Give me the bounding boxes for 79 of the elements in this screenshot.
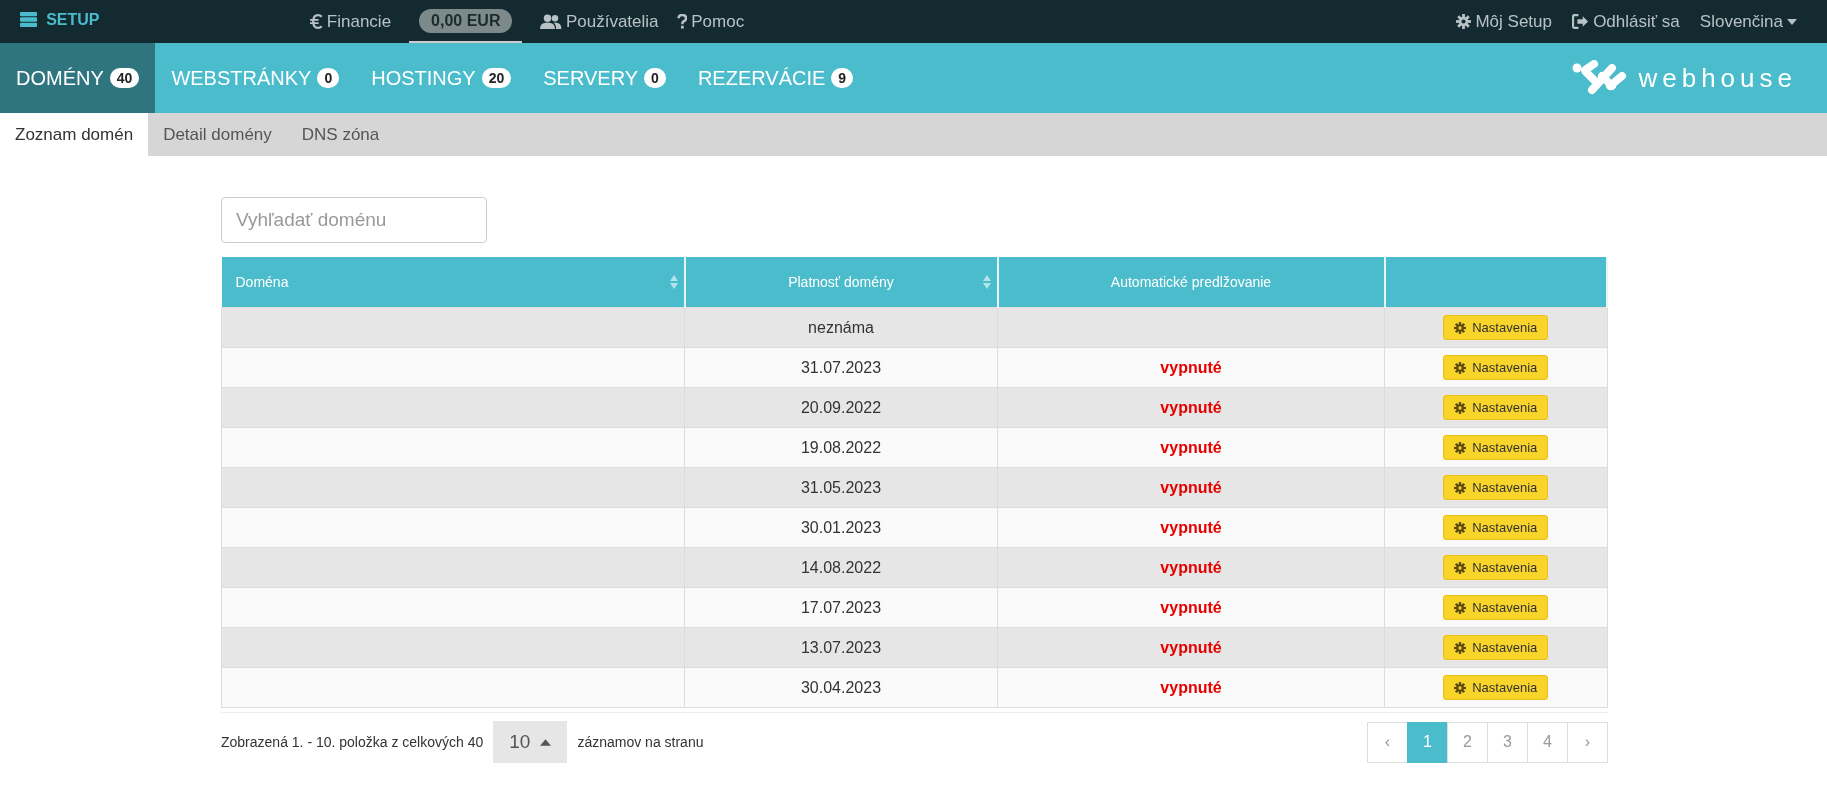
per-page-label: záznamov na stranu bbox=[577, 734, 704, 750]
auto-renew-status: vypnuté bbox=[1160, 478, 1222, 496]
settings-icon bbox=[1454, 681, 1467, 694]
euro-icon bbox=[310, 14, 323, 29]
validity-cell: 31.07.2023 bbox=[800, 358, 882, 376]
settings-icon bbox=[1454, 321, 1467, 334]
validity-cell: 17.07.2023 bbox=[800, 598, 882, 616]
balance-badge: 0,00 EUR bbox=[419, 8, 513, 33]
nav-link[interactable]: Môj Setup bbox=[1456, 11, 1552, 32]
validity-cell: 31.05.2023 bbox=[800, 478, 882, 496]
main-tab[interactable]: DOMÉNY 40 bbox=[0, 43, 156, 113]
settings-button[interactable]: Nastavenia bbox=[1443, 595, 1549, 620]
settings-icon bbox=[1454, 441, 1467, 454]
nav-link[interactable]: Slovenčina bbox=[1699, 11, 1797, 32]
auto-renew-status: vypnuté bbox=[1160, 598, 1222, 616]
main-tab[interactable]: SERVERY 0 bbox=[527, 43, 682, 113]
validity-cell: 19.08.2022 bbox=[800, 438, 882, 456]
summary-text: Zobrazená 1. - 10. položka z celkových 40 bbox=[221, 734, 484, 750]
main-tab[interactable]: WEBSTRÁNKY 0 bbox=[155, 43, 356, 113]
caret-icon bbox=[1787, 18, 1797, 25]
main-tab[interactable]: HOSTINGY 20 bbox=[355, 43, 528, 113]
logo-icon bbox=[1572, 60, 1629, 96]
count-badge: 0 bbox=[317, 68, 340, 88]
auto-renew-status: vypnuté bbox=[1160, 558, 1222, 576]
sub-tab[interactable]: DNS zóna bbox=[286, 113, 395, 156]
auto-renew-status: vypnuté bbox=[1160, 638, 1222, 656]
settings-icon bbox=[1454, 481, 1467, 494]
nav-link[interactable]: Používatelia bbox=[540, 11, 659, 32]
settings-button[interactable]: Nastavenia bbox=[1443, 475, 1549, 500]
settings-button[interactable]: Nastavenia bbox=[1443, 355, 1549, 380]
server-icon bbox=[20, 12, 38, 28]
settings-icon bbox=[1454, 601, 1467, 614]
settings-button[interactable]: Nastavenia bbox=[1443, 635, 1549, 660]
settings-icon bbox=[1454, 521, 1467, 534]
settings-icon bbox=[1454, 641, 1467, 654]
auto-renew-status: vypnuté bbox=[1160, 398, 1222, 416]
sub-tab[interactable]: Zoznam domén bbox=[0, 113, 149, 156]
settings-icon bbox=[1454, 401, 1467, 414]
count-badge: 20 bbox=[481, 68, 512, 88]
nav-link[interactable]: Odhlásiť sa bbox=[1572, 11, 1680, 32]
settings-icon bbox=[1456, 14, 1472, 29]
users-icon bbox=[540, 14, 562, 29]
count-badge: 9 bbox=[831, 68, 854, 88]
validity-cell: neznáma bbox=[808, 318, 874, 336]
settings-button[interactable]: Nastavenia bbox=[1443, 315, 1549, 340]
auto-renew-status: vypnuté bbox=[1160, 438, 1222, 456]
settings-button[interactable]: Nastavenia bbox=[1443, 675, 1549, 700]
count-badge: 40 bbox=[109, 68, 140, 88]
validity-cell: 30.01.2023 bbox=[800, 518, 882, 536]
logo-text: webhouse bbox=[1638, 62, 1797, 94]
column-header: Doména bbox=[235, 274, 289, 290]
sort-icon[interactable] bbox=[982, 275, 991, 289]
validity-cell: 30.04.2023 bbox=[800, 678, 882, 696]
settings-icon bbox=[1454, 561, 1467, 574]
auto-renew-status: vypnuté bbox=[1160, 358, 1222, 376]
settings-button[interactable]: Nastavenia bbox=[1443, 435, 1549, 460]
settings-button[interactable]: Nastavenia bbox=[1443, 395, 1549, 420]
count-badge: 0 bbox=[644, 68, 666, 88]
sort-icon[interactable] bbox=[669, 275, 678, 289]
per-page-select[interactable]: 10 bbox=[493, 721, 568, 763]
sub-tab[interactable]: Detail domény bbox=[148, 113, 287, 156]
validity-cell: 13.07.2023 bbox=[800, 638, 882, 656]
auto-renew-status: vypnuté bbox=[1160, 518, 1222, 536]
settings-icon bbox=[1454, 361, 1467, 374]
settings-button[interactable]: Nastavenia bbox=[1443, 515, 1549, 540]
logout-icon bbox=[1572, 14, 1590, 29]
column-header: Platnosť domény bbox=[788, 274, 894, 290]
validity-cell: 20.09.2022 bbox=[800, 398, 882, 416]
settings-button[interactable]: Nastavenia bbox=[1443, 555, 1549, 580]
main-tab[interactable]: REZERVÁCIE 9 bbox=[681, 43, 870, 113]
caret-icon bbox=[540, 738, 552, 746]
help-icon bbox=[676, 14, 688, 29]
setup-link[interactable]: SETUP bbox=[20, 10, 100, 29]
search-field[interactable]: Vyhľadať doménu bbox=[221, 197, 487, 243]
validity-cell: 14.08.2022 bbox=[800, 558, 882, 576]
auto-renew-status: vypnuté bbox=[1160, 678, 1222, 696]
nav-link[interactable]: Financie bbox=[310, 11, 392, 32]
nav-link[interactable]: Pomoc bbox=[676, 11, 745, 32]
column-header: Automatické predlžovanie bbox=[1110, 274, 1272, 290]
